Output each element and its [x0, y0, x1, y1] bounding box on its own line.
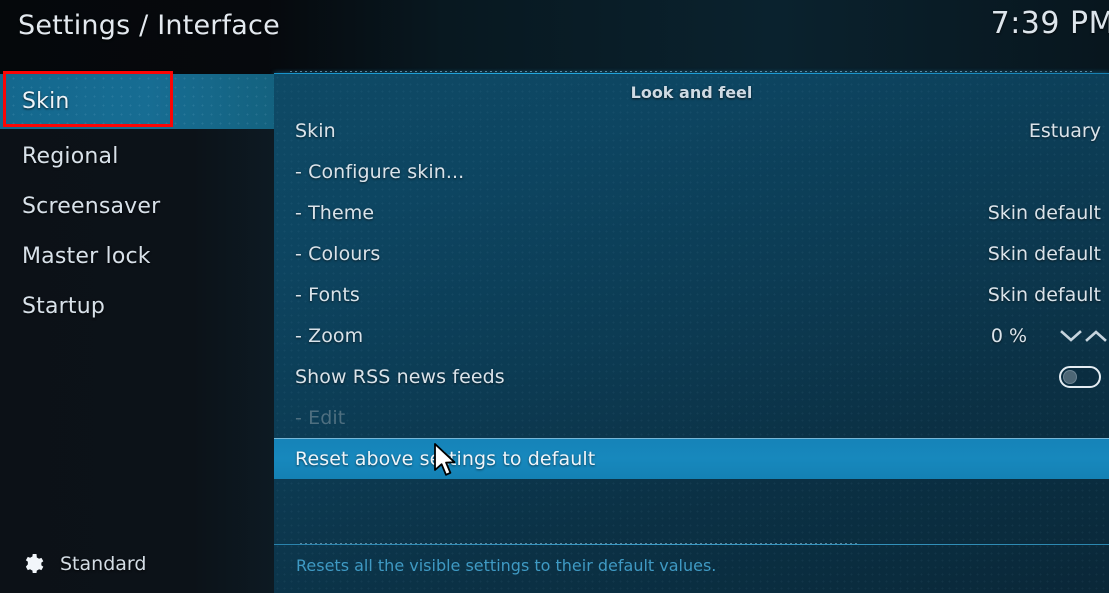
chevron-down-icon[interactable]: [1060, 329, 1082, 343]
setting-label: - Configure skin...: [295, 160, 465, 183]
sidebar-item-screensaver[interactable]: Screensaver: [0, 179, 274, 234]
sidebar-item-label: Startup: [22, 294, 106, 319]
chevron-up-icon[interactable]: [1085, 329, 1107, 343]
setting-label: - Colours: [295, 242, 381, 265]
setting-row-edit: - Edit: [274, 397, 1109, 438]
setting-row-show-rss-news-feeds[interactable]: Show RSS news feeds: [274, 356, 1109, 397]
setting-label: - Fonts: [295, 283, 360, 306]
header-separator-dots: [290, 71, 1095, 72]
setting-value[interactable]: Skin default: [988, 284, 1101, 306]
setting-row-fonts[interactable]: - Fonts Skin default: [274, 274, 1109, 315]
setting-label: - Edit: [295, 406, 346, 429]
sidebar-item-master-lock[interactable]: Master lock: [0, 229, 274, 284]
window-header: Settings / Interface 7:39 PM: [0, 0, 1109, 74]
sidebar-item-regional[interactable]: Regional: [0, 129, 274, 184]
setting-label: Reset above settings to default: [295, 447, 596, 470]
settings-list: Skin Estuary - Configure skin... - Theme…: [274, 110, 1109, 479]
footer-separator: [274, 544, 1109, 545]
gear-icon: [22, 552, 46, 576]
settings-content-panel: Look and feel Skin Estuary - Configure s…: [274, 74, 1109, 593]
page-title: Settings / Interface: [18, 10, 280, 41]
setting-row-skin[interactable]: Skin Estuary: [274, 110, 1109, 151]
rss-toggle-switch[interactable]: [1059, 365, 1101, 388]
sidebar-item-label: Master lock: [22, 244, 151, 269]
setting-value[interactable]: Skin default: [988, 243, 1101, 265]
sidebar-item-label: Regional: [22, 144, 119, 169]
settings-group-header: Look and feel: [630, 82, 753, 102]
clock: 7:39 PM: [990, 6, 1109, 41]
setting-label: - Theme: [295, 201, 375, 224]
setting-row-reset-above-settings-to-default[interactable]: Reset above settings to default: [274, 438, 1109, 479]
setting-row-zoom[interactable]: - Zoom 0 %: [274, 315, 1109, 356]
zoom-spinner: [1060, 329, 1107, 343]
sidebar-item-startup[interactable]: Startup: [0, 279, 274, 334]
sidebar-item-label: Screensaver: [22, 194, 161, 219]
settings-level-button[interactable]: Standard: [0, 535, 274, 593]
footer-separator-dots: [300, 543, 860, 544]
toggle-knob: [1063, 369, 1077, 384]
setting-value: 0 %: [990, 324, 1027, 347]
setting-value[interactable]: Skin default: [988, 202, 1101, 224]
settings-category-sidebar: Skin Regional Screensaver Master lock St…: [0, 74, 274, 593]
setting-label: Show RSS news feeds: [295, 365, 505, 388]
sidebar-item-label: Skin: [22, 89, 70, 114]
setting-value[interactable]: Estuary: [1029, 120, 1101, 142]
setting-label: Skin: [295, 119, 336, 142]
settings-level-label: Standard: [60, 553, 147, 575]
setting-description: Resets all the visible settings to their…: [296, 556, 717, 575]
setting-label: - Zoom: [295, 324, 364, 347]
setting-row-configure-skin[interactable]: - Configure skin...: [274, 151, 1109, 192]
kodi-settings-screen: Settings / Interface 7:39 PM Skin Region…: [0, 0, 1109, 593]
setting-row-theme[interactable]: - Theme Skin default: [274, 192, 1109, 233]
setting-row-colours[interactable]: - Colours Skin default: [274, 233, 1109, 274]
sidebar-item-skin[interactable]: Skin: [0, 74, 274, 129]
